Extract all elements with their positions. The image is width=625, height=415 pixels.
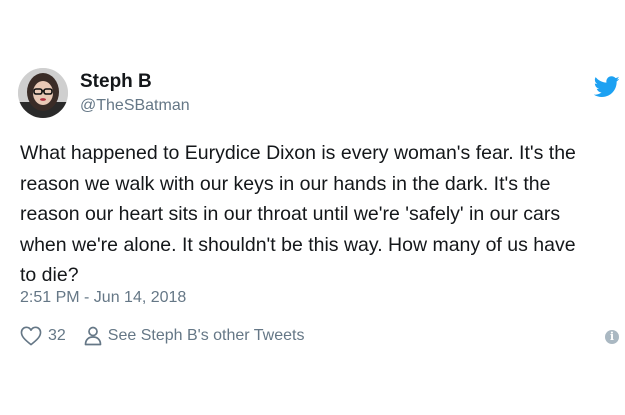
tweet-timestamp[interactable]: 2:51 PM - Jun 14, 2018 (20, 288, 186, 308)
embedded-tweet: Steph B @TheSBatman What happened to Eur… (0, 0, 625, 415)
author-handle[interactable]: @TheSBatman (80, 96, 190, 116)
person-icon (84, 326, 102, 346)
profile-photo-icon (18, 68, 68, 118)
other-tweets-link[interactable]: See Steph B's other Tweets (84, 326, 305, 346)
avatar[interactable] (18, 68, 68, 118)
heart-icon (20, 326, 42, 346)
twitter-bird-icon[interactable] (594, 76, 620, 98)
like-count: 32 (48, 327, 66, 344)
tweet-actions: 32 See Steph B's other Tweets (20, 324, 304, 348)
info-icon[interactable]: i (605, 330, 619, 344)
tweet-text: What happened to Eurydice Dixon is every… (20, 142, 576, 286)
other-tweets-label: See Steph B's other Tweets (107, 327, 305, 344)
author-name[interactable]: Steph B (80, 70, 152, 94)
like-button[interactable]: 32 (20, 326, 84, 346)
